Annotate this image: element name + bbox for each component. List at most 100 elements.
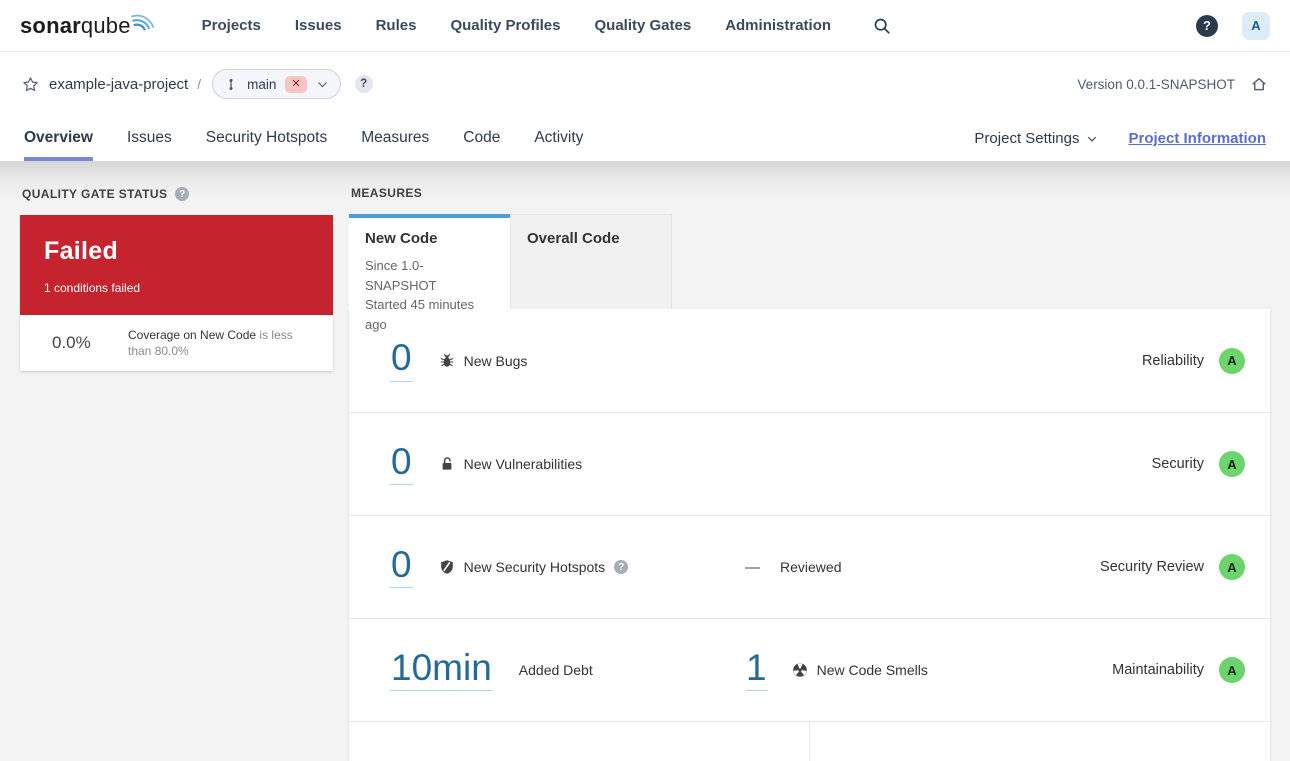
nav-item-quality-profiles[interactable]: Quality Profiles — [450, 17, 560, 34]
security-hotspots-meta: New Security Hotspots ? — [439, 559, 629, 575]
nav-item-projects[interactable]: Projects — [202, 17, 261, 34]
quality-gate-title-text: QUALITY GATE STATUS — [22, 186, 168, 201]
reliability-label: Reliability — [1141, 352, 1204, 369]
added-debt-meta: Added Debt — [519, 662, 593, 678]
maintainability-rating-badge[interactable]: A — [1219, 657, 1245, 683]
new-security-hotspots-count-link[interactable]: 0 — [390, 545, 413, 589]
bugs-meta: New Bugs — [439, 352, 528, 369]
reviewed-value: — — [745, 558, 760, 576]
tab-new-code[interactable]: New Code Since 1.0-SNAPSHOT Started 45 m… — [349, 214, 510, 332]
branch-name: main — [247, 76, 277, 92]
project-settings-menu[interactable]: Project Settings — [974, 130, 1098, 147]
new-security-hotspots-label: New Security Hotspots — [463, 559, 606, 575]
code-smells-meta: New Code Smells — [792, 662, 928, 678]
condition-description: Coverage on New Code is less than 80.0% — [128, 327, 317, 359]
favorite-star-icon[interactable] — [22, 76, 39, 93]
new-code-smells-count-link[interactable]: 1 — [745, 648, 768, 692]
new-bugs-count-link[interactable]: 0 — [390, 338, 413, 382]
project-version: Version 0.0.1-SNAPSHOT — [1077, 76, 1235, 92]
help-icon[interactable]: ? — [1196, 14, 1218, 37]
quality-gate-status-card: Failed 1 conditions failed — [20, 215, 333, 315]
security-review-label: Security Review — [1100, 559, 1204, 575]
search-icon[interactable] — [873, 17, 891, 35]
project-settings-label: Project Settings — [974, 130, 1080, 147]
measure-row-security-hotspots: 0 New Security Hotspots ? — Reviewed Sec… — [349, 515, 1270, 618]
tab-overall-code[interactable]: Overall Code — [510, 214, 672, 309]
quality-gate-status: Failed — [44, 237, 119, 265]
logo-swoosh-icon — [130, 14, 154, 31]
measure-row-partial — [349, 721, 1270, 761]
quality-gate-help-icon[interactable]: ? — [175, 187, 190, 201]
reliability-rating-badge[interactable]: A — [1219, 347, 1245, 374]
maintainability-label: Maintainability — [1112, 662, 1204, 678]
measure-row-maintainability: 10min Added Debt 1 New Code Smells Maint… — [349, 618, 1270, 721]
failed-condition-card[interactable]: 0.0% Coverage on New Code is less than 8… — [20, 315, 333, 372]
tab-security-hotspots[interactable]: Security Hotspots — [206, 116, 327, 161]
security-rating-badge[interactable]: A — [1219, 451, 1245, 477]
tab-issues[interactable]: Issues — [127, 116, 172, 161]
tab-code[interactable]: Code — [463, 116, 500, 161]
security-review-rating-badge[interactable]: A — [1219, 554, 1245, 580]
reliability-rating: Reliability A — [1141, 347, 1245, 374]
overview-content: QUALITY GATE STATUS ? Failed 1 condition… — [0, 161, 1290, 761]
chevron-down-icon[interactable] — [316, 78, 329, 91]
hotspots-reviewed-group: — Reviewed — [745, 559, 841, 576]
security-label: Security — [1151, 456, 1204, 472]
nav-item-administration[interactable]: Administration — [725, 17, 831, 34]
measure-row-bugs: 0 New Bugs Reliability A — [349, 309, 1270, 412]
new-bugs-label: New Bugs — [463, 352, 528, 369]
quality-gate-conditions-count: 1 conditions failed — [44, 281, 141, 295]
new-vulnerabilities-count-link[interactable]: 0 — [390, 442, 413, 486]
condition-metric: Coverage on New Code — [128, 328, 257, 342]
clear-branch-icon[interactable]: ✕ — [285, 75, 307, 93]
chevron-down-icon — [1088, 136, 1097, 142]
top-navigation: sonar qube Projects Issues Rules Quality … — [0, 0, 1290, 52]
home-icon[interactable] — [1250, 75, 1268, 93]
bug-icon — [440, 353, 453, 367]
code-smells-group: 1 New Code Smells — [745, 648, 928, 692]
avatar[interactable]: A — [1242, 11, 1270, 40]
project-information-link[interactable]: Project Information — [1128, 130, 1266, 147]
maintainability-rating: Maintainability A — [1112, 657, 1245, 683]
branch-help-icon[interactable]: ? — [354, 75, 373, 93]
branch-icon — [229, 78, 233, 90]
project-tabs: Overview Issues Security Hotspots Measur… — [0, 116, 1290, 161]
quality-gate-title: QUALITY GATE STATUS ? — [22, 187, 333, 201]
branch-selector[interactable]: main ✕ — [212, 69, 341, 99]
security-hotspots-help-icon[interactable]: ? — [614, 560, 629, 574]
measures-title: MEASURES — [351, 187, 1270, 200]
nav-item-quality-gates[interactable]: Quality Gates — [594, 17, 691, 34]
code-smell-icon — [792, 663, 807, 677]
breadcrumb-separator: / — [197, 76, 202, 92]
tab-measures[interactable]: Measures — [361, 116, 429, 161]
new-code-smells-label: New Code Smells — [816, 662, 928, 678]
quality-gate-panel: QUALITY GATE STATUS ? Failed 1 condition… — [20, 187, 333, 761]
vulnerabilities-meta: New Vulnerabilities — [439, 456, 583, 472]
measures-title-text: MEASURES — [351, 186, 423, 200]
nav-item-issues[interactable]: Issues — [295, 17, 342, 34]
new-vulnerabilities-label: New Vulnerabilities — [463, 456, 583, 472]
breadcrumb: example-java-project / main ✕ ? Version … — [0, 52, 1290, 116]
overall-code-tab-label: Overall Code — [527, 230, 620, 247]
nav-item-rules[interactable]: Rules — [376, 17, 417, 34]
tab-activity[interactable]: Activity — [534, 116, 583, 161]
sonarqube-logo[interactable]: sonar qube — [20, 13, 156, 39]
new-code-tab-label: New Code — [365, 230, 438, 247]
security-review-rating: Security Review A — [1100, 554, 1245, 580]
added-debt-label: Added Debt — [518, 662, 593, 678]
main-nav: Projects Issues Rules Quality Profiles Q… — [202, 17, 831, 34]
new-code-since: Since 1.0-SNAPSHOT — [365, 258, 437, 293]
logo-text-light: qube — [80, 12, 131, 38]
measures-rows: 0 New Bugs Reliability A 0 New Vulnerabi… — [349, 309, 1270, 761]
shield-icon — [440, 560, 453, 574]
lock-icon — [442, 457, 451, 470]
condition-value: 0.0% — [52, 333, 91, 353]
security-rating: Security A — [1152, 451, 1245, 477]
logo-text-bold: sonar — [20, 12, 81, 38]
measures-panel: MEASURES New Code Since 1.0-SNAPSHOT Sta… — [349, 187, 1270, 761]
added-debt-link[interactable]: 10min — [390, 648, 493, 692]
measures-tabs: New Code Since 1.0-SNAPSHOT Started 45 m… — [349, 214, 1270, 332]
project-name-link[interactable]: example-java-project — [49, 76, 188, 93]
reviewed-label: Reviewed — [780, 559, 842, 575]
tab-overview[interactable]: Overview — [24, 116, 93, 161]
